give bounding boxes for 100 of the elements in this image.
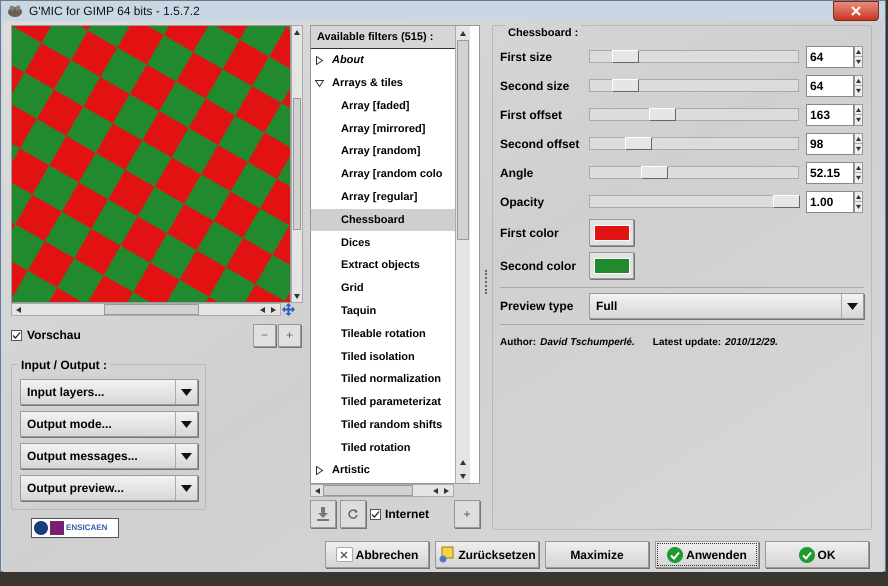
move-icon[interactable] — [282, 303, 295, 316]
arrow-up-icon[interactable] — [856, 164, 861, 170]
spin-buttons[interactable] — [854, 46, 863, 68]
arrow-right-icon[interactable] — [444, 488, 450, 494]
slider-track[interactable] — [589, 50, 799, 63]
close-icon — [851, 6, 861, 16]
collapsed-triangle-icon[interactable] — [315, 56, 324, 65]
slider-thumb[interactable] — [612, 50, 639, 63]
collapsed-triangle-icon[interactable] — [315, 466, 324, 476]
arrow-up-icon[interactable] — [856, 48, 861, 54]
apply-button[interactable]: Anwenden — [655, 541, 759, 568]
arrow-up-icon[interactable] — [856, 78, 861, 83]
arrow-up-icon[interactable] — [460, 30, 466, 36]
checkbox[interactable] — [11, 330, 22, 340]
filter-item[interactable]: Tiled parameterizat — [311, 390, 455, 414]
dropdown[interactable]: Full — [589, 293, 864, 319]
number-field[interactable]: 1.00 — [806, 190, 854, 212]
spin-buttons[interactable] — [854, 74, 863, 96]
zoom-in-button[interactable]: + — [278, 324, 301, 346]
spin-buttons[interactable] — [854, 104, 863, 126]
arrow-down-icon[interactable] — [856, 88, 861, 94]
arrow-up-icon[interactable] — [460, 459, 466, 465]
number-field[interactable]: 98 — [806, 132, 854, 154]
add-button[interactable]: + — [454, 500, 480, 528]
filter-item[interactable]: Grid — [311, 276, 455, 300]
vertical-scrollbar[interactable] — [291, 25, 303, 303]
slider-track[interactable] — [589, 166, 799, 179]
close-button[interactable] — [833, 1, 879, 21]
filter-item[interactable]: Artistic — [311, 459, 455, 482]
dropdown[interactable]: Output messages... — [20, 443, 198, 469]
arrow-down-icon[interactable] — [856, 204, 861, 210]
number-field[interactable]: 52.15 — [806, 162, 854, 184]
arrow-left-icon[interactable] — [432, 488, 438, 494]
number-field[interactable]: 64 — [806, 74, 854, 96]
checkbox-label[interactable]: Internet — [385, 505, 430, 523]
arrow-left-icon[interactable] — [15, 306, 21, 312]
slider-thumb[interactable] — [648, 108, 676, 121]
download-button[interactable] — [310, 500, 336, 528]
slider-track[interactable] — [589, 137, 799, 150]
filter-item[interactable]: Arrays & tiles — [311, 72, 455, 95]
checkbox[interactable] — [370, 508, 381, 520]
author-name: David Tschumperlé. — [540, 336, 635, 350]
arrow-down-icon[interactable] — [856, 117, 861, 122]
arrow-down-icon[interactable] — [856, 59, 861, 64]
slider-track[interactable] — [589, 195, 799, 208]
reset-button[interactable]: Zurücksetzen — [435, 541, 539, 568]
dropdown[interactable]: Output preview... — [20, 475, 198, 501]
filter-item[interactable]: Chessboard — [311, 208, 455, 232]
checkbox-label[interactable]: Vorschau — [27, 326, 81, 344]
color-swatch-button[interactable] — [589, 252, 634, 279]
filter-item[interactable]: Array [random colo — [311, 162, 455, 186]
refresh-button[interactable] — [340, 500, 366, 528]
filter-item[interactable]: Dices — [311, 231, 455, 254]
filter-item[interactable]: Array [regular] — [311, 186, 455, 209]
dropdown[interactable]: Output mode... — [20, 411, 198, 437]
horizontal-scrollbar[interactable] — [11, 303, 281, 316]
arrow-down-icon[interactable] — [856, 146, 861, 152]
filter-item[interactable]: Tiled rotation — [311, 436, 455, 460]
plain-button[interactable]: Maximize — [545, 541, 649, 568]
cancel-button[interactable]: Abbrechen — [325, 541, 429, 568]
number-field[interactable]: 64 — [806, 46, 854, 68]
slider-thumb[interactable] — [612, 79, 639, 92]
arrow-left-icon[interactable] — [314, 488, 320, 494]
slider-thumb[interactable] — [773, 195, 800, 208]
filter-item[interactable]: Tiled normalization — [311, 368, 455, 391]
spin-buttons[interactable] — [854, 132, 863, 154]
filter-item[interactable]: Tileable rotation — [311, 322, 455, 346]
arrow-left-icon[interactable] — [259, 306, 265, 312]
arrow-up-icon[interactable] — [856, 106, 861, 112]
expanded-triangle-icon[interactable] — [315, 78, 324, 88]
filter-item[interactable]: Array [random] — [311, 140, 455, 163]
slider-thumb[interactable] — [624, 137, 652, 150]
zoom-out-button[interactable]: − — [253, 324, 276, 346]
filter-item[interactable]: Tiled isolation — [311, 345, 455, 368]
vertical-scrollbar[interactable] — [455, 26, 470, 483]
color-swatch-button[interactable] — [589, 219, 634, 246]
arrow-right-icon[interactable] — [271, 306, 277, 312]
ok-button[interactable]: OK — [765, 541, 869, 568]
arrow-down-icon[interactable] — [460, 473, 466, 479]
spin-buttons[interactable] — [854, 162, 863, 184]
filter-item[interactable]: About — [311, 49, 455, 72]
arrow-up-icon[interactable] — [856, 194, 861, 199]
number-field[interactable]: 163 — [806, 104, 854, 126]
slider-track[interactable] — [589, 79, 799, 92]
filter-item[interactable]: Taquin — [311, 300, 455, 323]
arrow-up-icon[interactable] — [294, 29, 300, 35]
filter-item[interactable]: Array [mirrored] — [311, 117, 455, 140]
slider-track[interactable] — [589, 108, 799, 121]
splitter-handle[interactable] — [485, 270, 487, 294]
horizontal-scrollbar[interactable] — [310, 484, 454, 497]
spin-buttons[interactable] — [854, 190, 863, 212]
arrow-down-icon[interactable] — [856, 175, 861, 180]
slider-thumb[interactable] — [641, 166, 668, 179]
caret-icon — [181, 420, 192, 428]
arrow-down-icon[interactable] — [294, 293, 300, 299]
arrow-up-icon[interactable] — [856, 136, 861, 141]
filter-item[interactable]: Tiled random shifts — [311, 414, 455, 437]
filter-item[interactable]: Array [faded] — [311, 94, 455, 118]
dropdown[interactable]: Input layers... — [20, 379, 198, 405]
filter-item[interactable]: Extract objects — [311, 254, 455, 277]
